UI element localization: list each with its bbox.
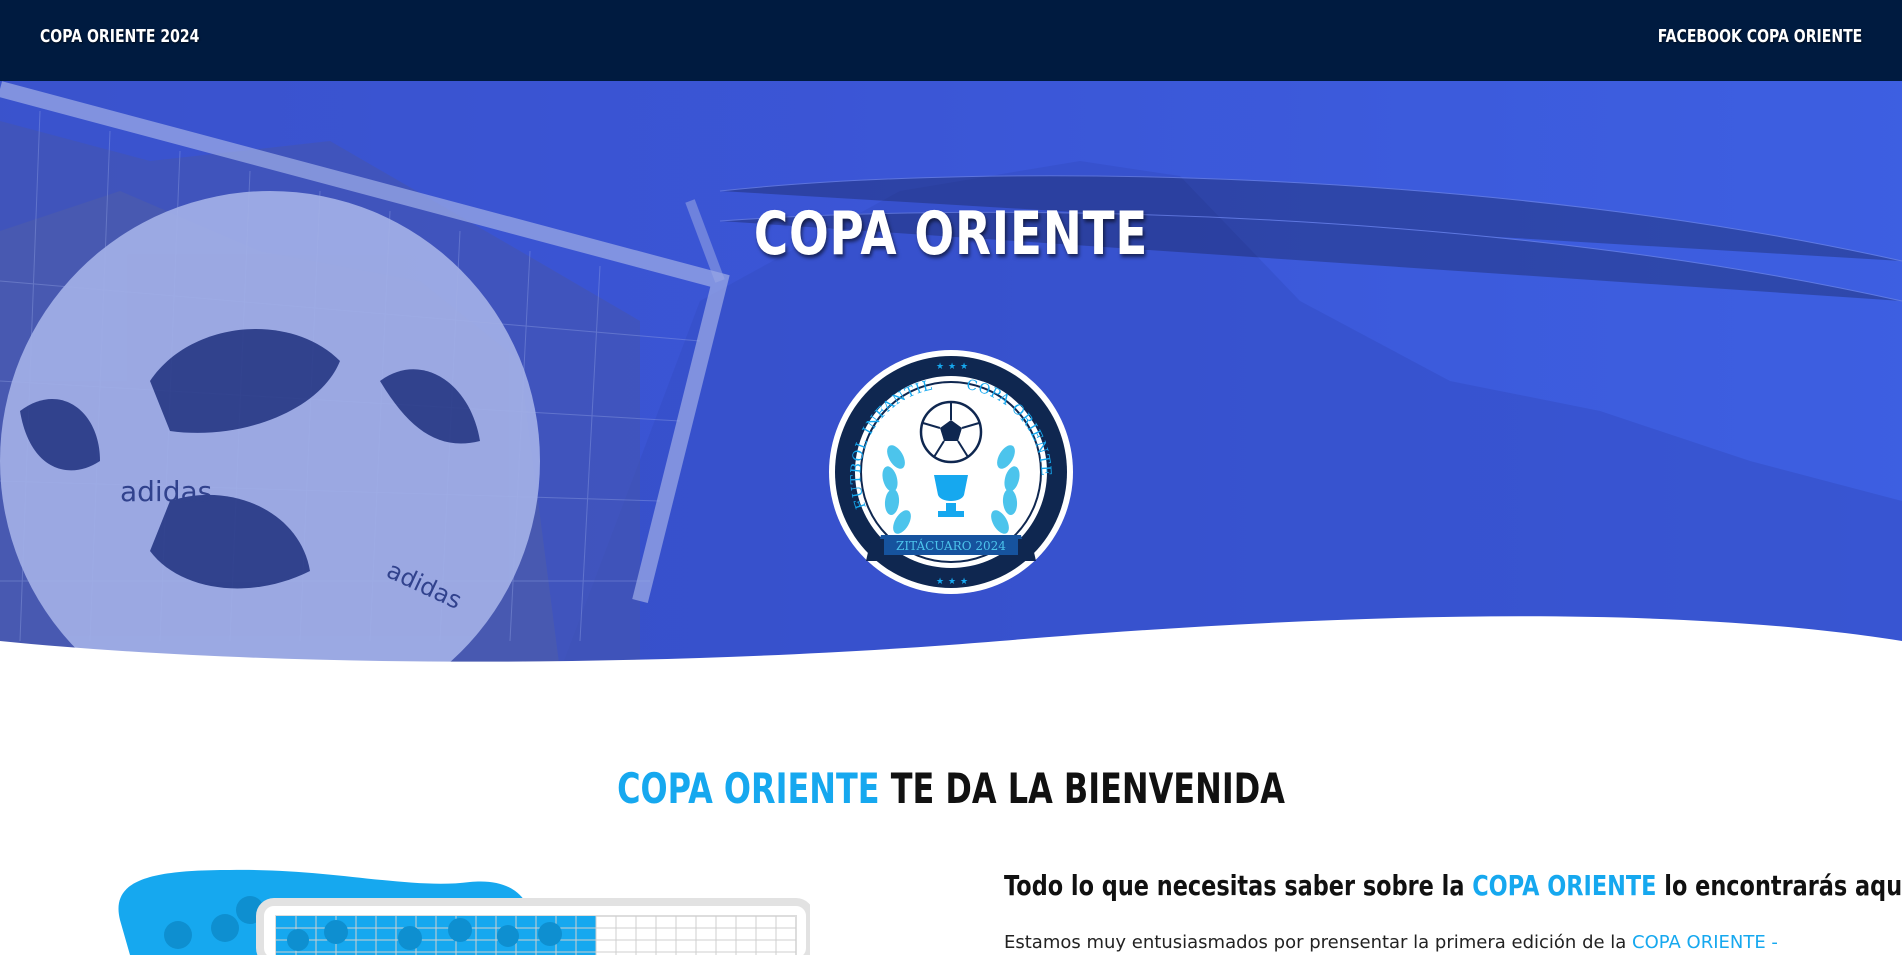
- info-heading: Todo lo que necesitas saber sobre la COP…: [1004, 869, 1902, 902]
- goal-illustration: [118, 869, 810, 955]
- welcome-highlight: COPA ORIENTE: [617, 764, 880, 813]
- welcome-heading: COPA ORIENTE TE DA LA BIENVENIDA: [228, 764, 1674, 813]
- svg-text:★: ★: [936, 577, 944, 587]
- svg-text:★: ★: [948, 577, 956, 587]
- info-paragraph-highlight: COPA ORIENTE -: [1632, 932, 1778, 953]
- info-heading-highlight: COPA ORIENTE: [1472, 869, 1657, 902]
- top-navbar: COPA ORIENTE 2024 FACEBOOK COPA ORIENTE: [0, 0, 1902, 81]
- svg-text:★: ★: [948, 362, 956, 372]
- info-heading-text: Todo lo que necesitas saber sobre la: [1004, 869, 1473, 902]
- welcome-text: TE DA LA BIENVENIDA: [890, 764, 1285, 813]
- info-paragraph: Estamos muy entusiasmados por prensentar…: [1004, 932, 1778, 953]
- svg-text:★: ★: [960, 362, 968, 372]
- hero-section: adidas adidas COPA ORIENTE FUTBOL INFANT…: [0, 81, 1902, 671]
- info-paragraph-text: Estamos muy entusiasmados por prensentar…: [1004, 932, 1633, 953]
- hero-title: COPA ORIENTE: [753, 199, 1149, 269]
- svg-text:★: ★: [960, 577, 968, 587]
- copa-oriente-logo: FUTBOL INFANTIL COPA ORIENTE ★★★ ★★★: [829, 350, 1073, 594]
- info-heading-text-end: lo encontrarás aquí:: [1656, 869, 1902, 902]
- svg-text:★: ★: [936, 362, 944, 372]
- svg-text:ZITÁCUARO 2024: ZITÁCUARO 2024: [896, 538, 1006, 553]
- site-brand[interactable]: COPA ORIENTE 2024: [40, 26, 199, 47]
- facebook-link[interactable]: FACEBOOK COPA ORIENTE: [1657, 26, 1862, 47]
